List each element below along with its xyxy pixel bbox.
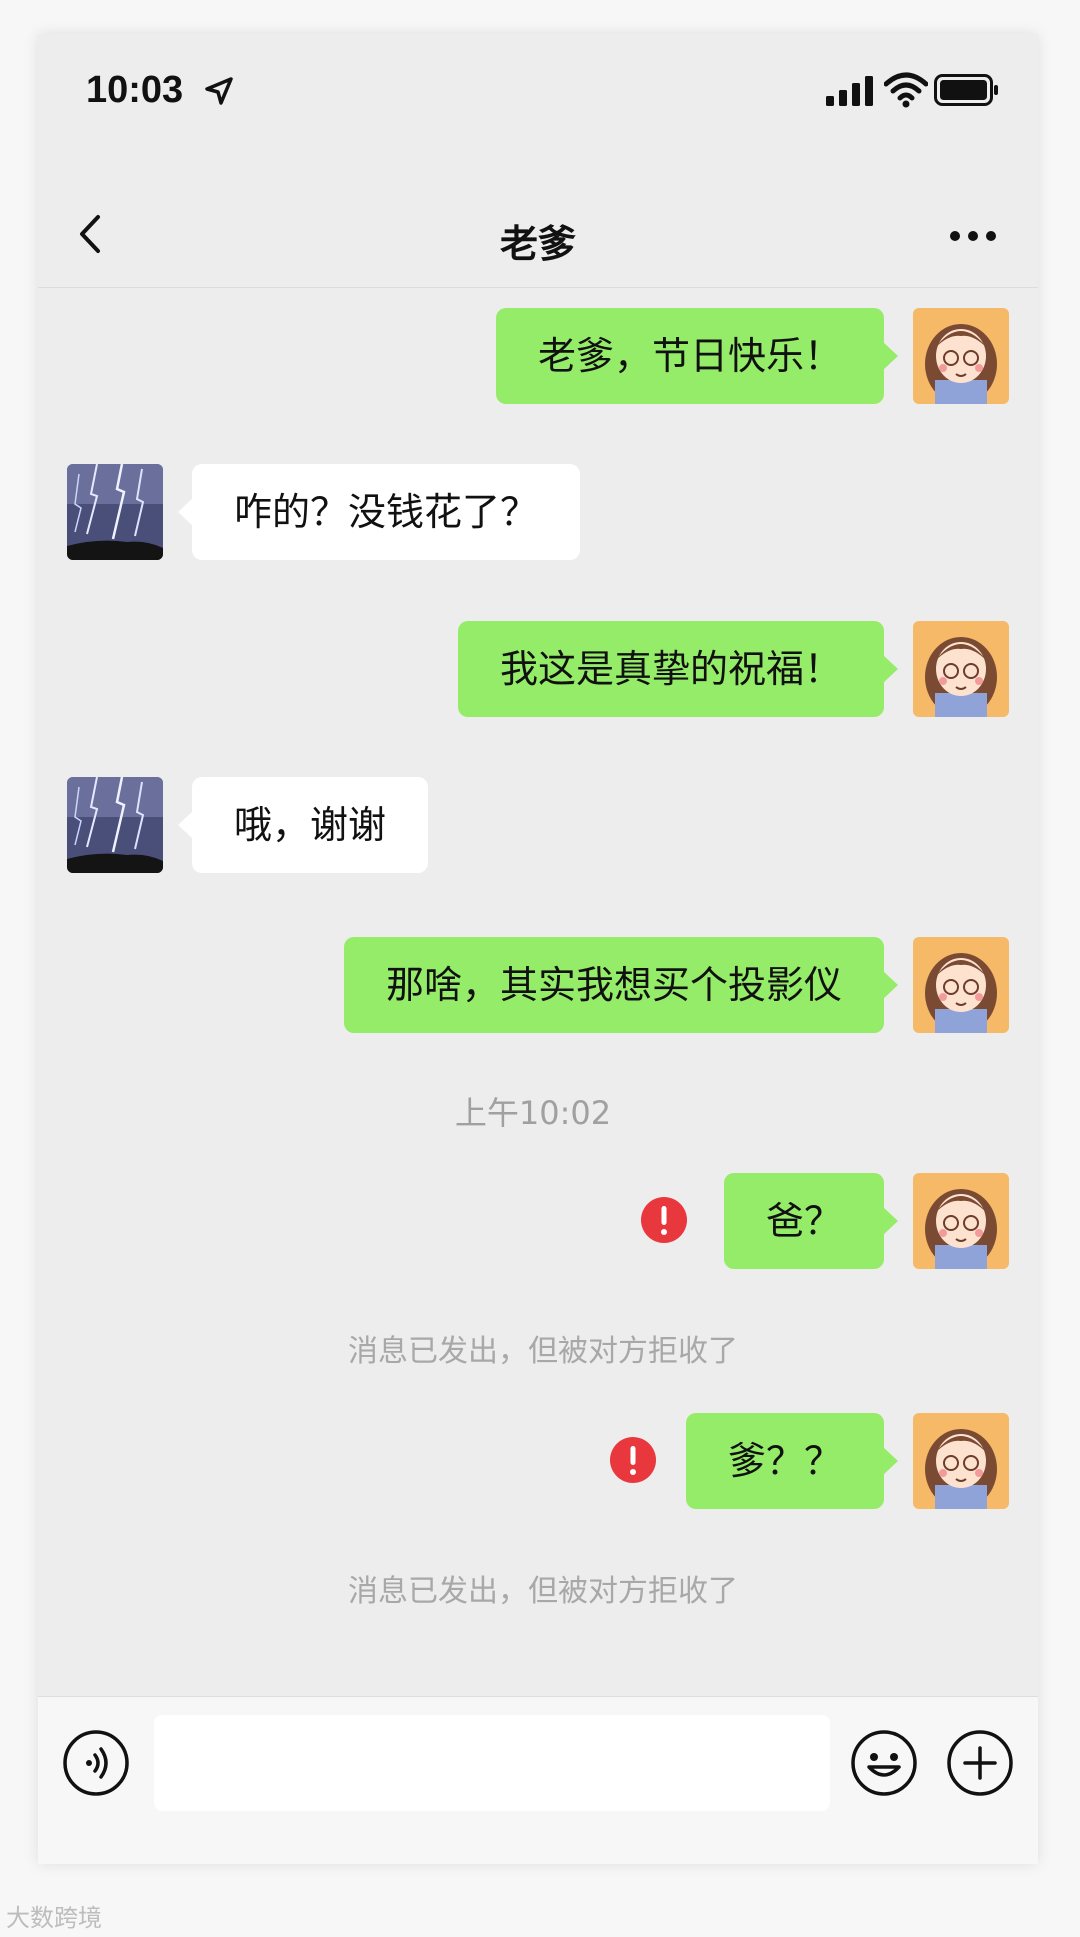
- girl-avatar-icon: [913, 1413, 1009, 1509]
- lightning-avatar-icon: [67, 464, 163, 560]
- message-bubble-outgoing[interactable]: 爹？？: [685, 1413, 899, 1509]
- message-input[interactable]: [154, 1715, 830, 1811]
- watermark: 大数跨境: [6, 1904, 102, 1932]
- message-bubble-outgoing[interactable]: 老爹，节日快乐！: [495, 308, 899, 404]
- chat-timestamp: 上午10:02: [454, 1094, 612, 1132]
- send-failed-icon[interactable]: [641, 1197, 687, 1243]
- emoji-icon[interactable]: [850, 1729, 918, 1797]
- input-bar: [38, 1696, 1038, 1864]
- send-failed-icon[interactable]: [610, 1437, 656, 1483]
- girl-avatar-icon: [913, 937, 1009, 1033]
- my-avatar[interactable]: [913, 937, 1009, 1033]
- girl-avatar-icon: [913, 308, 1009, 404]
- wifi-icon: [884, 72, 928, 108]
- girl-avatar-icon: [913, 621, 1009, 717]
- more-options-icon[interactable]: [948, 229, 998, 243]
- my-avatar[interactable]: [913, 1173, 1009, 1269]
- message-bubble-incoming[interactable]: 咋的？没钱花了？: [177, 464, 581, 560]
- chat-title: 老爹: [499, 222, 576, 266]
- girl-avatar-icon: [913, 1173, 1009, 1269]
- message-bubble-outgoing[interactable]: 我这是真挚的祝福！: [457, 621, 899, 717]
- contact-avatar[interactable]: [67, 464, 163, 560]
- my-avatar[interactable]: [913, 1413, 1009, 1509]
- my-avatar[interactable]: [913, 308, 1009, 404]
- battery-icon: [934, 74, 998, 106]
- message-bubble-outgoing[interactable]: 爸？: [723, 1173, 899, 1269]
- plus-icon[interactable]: [946, 1729, 1014, 1797]
- lightning-avatar-icon: [67, 777, 163, 873]
- phone-screen: 10:03 老爹 老爹，节日快乐！ 咋的？没钱花了？ 我这是真挚的祝福！ 哦，谢…: [38, 34, 1038, 1864]
- chat-header: 老爹: [38, 149, 1038, 288]
- rejected-notice: 消息已发出，但被对方拒收了: [348, 1334, 738, 1369]
- my-avatar[interactable]: [913, 621, 1009, 717]
- message-bubble-incoming[interactable]: 哦，谢谢: [177, 777, 429, 873]
- contact-avatar[interactable]: [67, 777, 163, 873]
- voice-input-icon[interactable]: [62, 1729, 130, 1797]
- rejected-notice: 消息已发出，但被对方拒收了: [348, 1574, 738, 1609]
- cellular-signal-icon: [826, 76, 873, 106]
- status-bar: 10:03: [38, 34, 1038, 149]
- location-arrow-icon: [205, 77, 233, 105]
- status-time: 10:03: [86, 69, 184, 111]
- message-bubble-outgoing[interactable]: 那啥，其实我想买个投影仪: [343, 937, 899, 1033]
